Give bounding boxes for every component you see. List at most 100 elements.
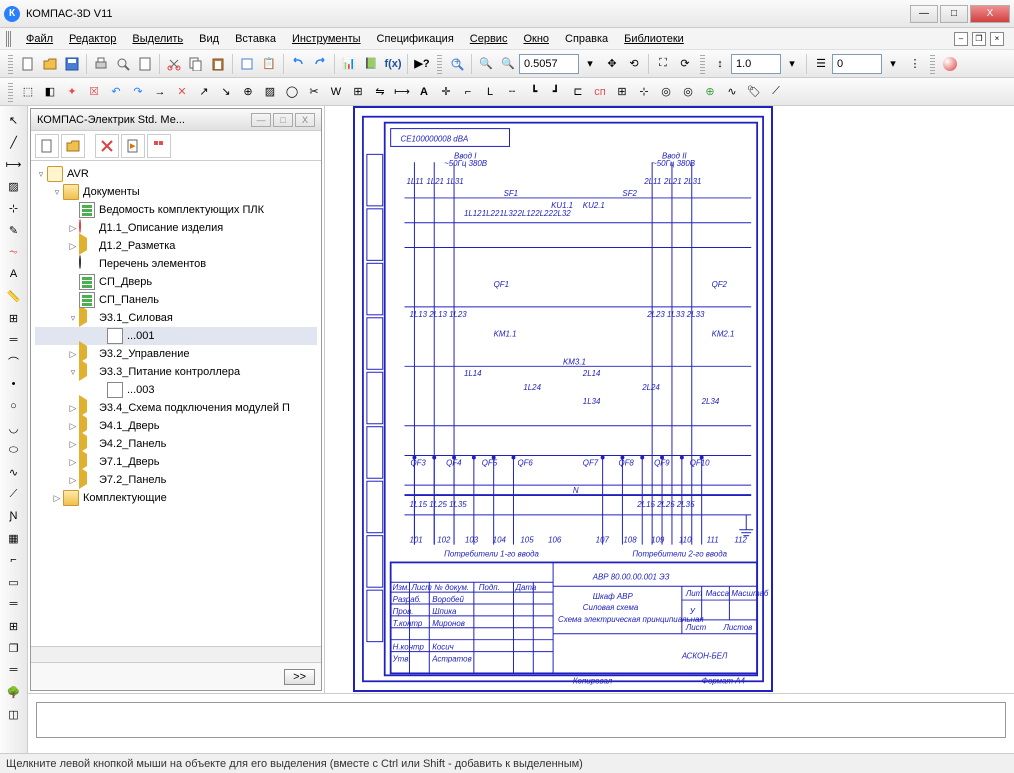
- help-button[interactable]: ▶?: [411, 53, 433, 75]
- lt-bezier[interactable]: Ɲ: [4, 506, 24, 526]
- tree-item[interactable]: ▿Э3.1_Силовая: [35, 309, 317, 327]
- pan-button[interactable]: ✥: [601, 53, 623, 75]
- tree-item[interactable]: ▿Э3.3_Питание контроллера: [35, 363, 317, 381]
- tb2-cross[interactable]: ✛: [435, 81, 457, 103]
- panel-hscroll[interactable]: [31, 646, 321, 662]
- menu-file[interactable]: Файл: [18, 31, 61, 47]
- lt-break[interactable]: ⟋: [4, 484, 24, 504]
- tree-components[interactable]: ▷Комплектующие: [35, 489, 317, 507]
- lt-line[interactable]: ╱: [4, 132, 24, 152]
- tb2-4[interactable]: ☒: [83, 81, 105, 103]
- layer-dropdown[interactable]: ▾: [882, 53, 904, 75]
- lt-circle[interactable]: ○: [4, 396, 24, 416]
- mdi-restore[interactable]: ❐: [972, 32, 986, 46]
- lt-edit[interactable]: ✎: [4, 220, 24, 240]
- tree-item[interactable]: ▷Э4.2_Панель: [35, 435, 317, 453]
- tree-item[interactable]: ▷Д1.2_Разметка: [35, 237, 317, 255]
- tb2-cn[interactable]: сп: [589, 81, 611, 103]
- tb2-2[interactable]: ◧: [39, 81, 61, 103]
- panel-new[interactable]: [35, 134, 59, 158]
- tb2-3[interactable]: ✦: [61, 81, 83, 103]
- copy-props-button[interactable]: 📋: [258, 53, 280, 75]
- zoom-input[interactable]: 0.5057: [519, 54, 579, 74]
- tb2-corner[interactable]: ⌐: [457, 81, 479, 103]
- vars-button[interactable]: 📗: [360, 53, 382, 75]
- tb2-step2[interactable]: ┛: [545, 81, 567, 103]
- minimize-button[interactable]: —: [910, 5, 938, 23]
- tb2-dim1[interactable]: ⟼: [391, 81, 413, 103]
- tb2-wave[interactable]: ∿: [721, 81, 743, 103]
- tree-item[interactable]: ▷Э3.4_Схема подключения модулей П: [35, 399, 317, 417]
- scale-input[interactable]: 1.0: [731, 54, 781, 74]
- close-button[interactable]: X: [970, 5, 1010, 23]
- copy-button[interactable]: [185, 53, 207, 75]
- maximize-button[interactable]: □: [940, 5, 968, 23]
- lt-arc2[interactable]: ◡: [4, 418, 24, 438]
- lt-copy[interactable]: ❐: [4, 638, 24, 658]
- lt-ellipse[interactable]: ⬭: [4, 440, 24, 460]
- menu-help[interactable]: Справка: [557, 31, 616, 47]
- layer-input[interactable]: 0: [832, 54, 882, 74]
- panel-close-button[interactable]: X: [295, 113, 315, 127]
- cut-button[interactable]: [163, 53, 185, 75]
- panel-flag[interactable]: [147, 134, 171, 158]
- lt-tree[interactable]: 🌳: [4, 682, 24, 702]
- new-button[interactable]: [17, 53, 39, 75]
- refresh-button[interactable]: ⟳: [674, 53, 696, 75]
- tb2-grid[interactable]: ⊞: [347, 81, 369, 103]
- zoom-in-button[interactable]: 🔍: [475, 53, 497, 75]
- tb2-tag[interactable]: 🏷: [743, 81, 765, 103]
- mdi-close[interactable]: ×: [990, 32, 1004, 46]
- lt-sym[interactable]: ⊹: [4, 198, 24, 218]
- render-button[interactable]: [939, 53, 961, 75]
- zoom-out-button[interactable]: 🔍: [497, 53, 519, 75]
- tb2-c2[interactable]: ◎: [677, 81, 699, 103]
- drawing-canvas[interactable]: СЕ100000008 dBA Ввод I ~50Гц 380В Ввод I…: [324, 106, 1014, 693]
- tree-item[interactable]: Перечень элементов: [35, 255, 317, 273]
- panel-max-button[interactable]: □: [273, 113, 293, 127]
- menu-tools[interactable]: Инструменты: [284, 31, 369, 47]
- panel-add[interactable]: ▸: [121, 134, 145, 158]
- lt-dot[interactable]: •: [4, 374, 24, 394]
- tb2-a2[interactable]: ↘: [215, 81, 237, 103]
- panel-titlebar[interactable]: КОМПАС-Электрик Std. Ме... — □ X: [31, 109, 321, 131]
- layer-dots[interactable]: ⋮: [904, 53, 926, 75]
- lt-hatch[interactable]: ▨: [4, 176, 24, 196]
- menu-window[interactable]: Окно: [515, 31, 557, 47]
- zoom-prev-button[interactable]: ⟲: [623, 53, 645, 75]
- print-button[interactable]: [90, 53, 112, 75]
- tb2-arrow[interactable]: →: [149, 81, 171, 103]
- fit-button[interactable]: ⛶: [652, 53, 674, 75]
- tree-child[interactable]: ...003: [35, 381, 317, 399]
- tb2-dim2[interactable]: ⊏: [567, 81, 589, 103]
- tb2-x[interactable]: ✕: [171, 81, 193, 103]
- tree-item[interactable]: СП_Панель: [35, 291, 317, 309]
- open-button[interactable]: [39, 53, 61, 75]
- tb2-axes[interactable]: ⊹: [633, 81, 655, 103]
- scale-arrows[interactable]: ↕: [709, 53, 731, 75]
- scale-dropdown[interactable]: ▾: [781, 53, 803, 75]
- lt-arc[interactable]: ⌒: [4, 352, 24, 372]
- lt-corner[interactable]: ⌐: [4, 550, 24, 570]
- tb2-circle[interactable]: ◯: [281, 81, 303, 103]
- tb2-hatch[interactable]: ▨: [259, 81, 281, 103]
- lt-grid[interactable]: ⊞: [4, 616, 24, 636]
- tree-child[interactable]: ...001: [35, 327, 317, 345]
- panel-nav-button[interactable]: >>: [284, 669, 315, 685]
- lt-hatch2[interactable]: ▦: [4, 528, 24, 548]
- layer-button[interactable]: ☰: [810, 53, 832, 75]
- command-input[interactable]: [36, 702, 1006, 738]
- tb2-a3[interactable]: ⊕: [237, 81, 259, 103]
- lt-A[interactable]: A: [4, 264, 24, 284]
- tb2-flip[interactable]: ⇋: [369, 81, 391, 103]
- menu-libraries[interactable]: Библиотеки: [616, 31, 692, 47]
- tb2-step[interactable]: ┗: [523, 81, 545, 103]
- props-button[interactable]: [236, 53, 258, 75]
- tb2-cut[interactable]: ✂: [303, 81, 325, 103]
- tb2-a1[interactable]: ↗: [193, 81, 215, 103]
- tree-item[interactable]: ▷Э3.2_Управление: [35, 345, 317, 363]
- zoom-dropdown[interactable]: ▾: [579, 53, 601, 75]
- paste-button[interactable]: [207, 53, 229, 75]
- menu-service[interactable]: Сервис: [462, 31, 516, 47]
- manager-button[interactable]: 📊: [338, 53, 360, 75]
